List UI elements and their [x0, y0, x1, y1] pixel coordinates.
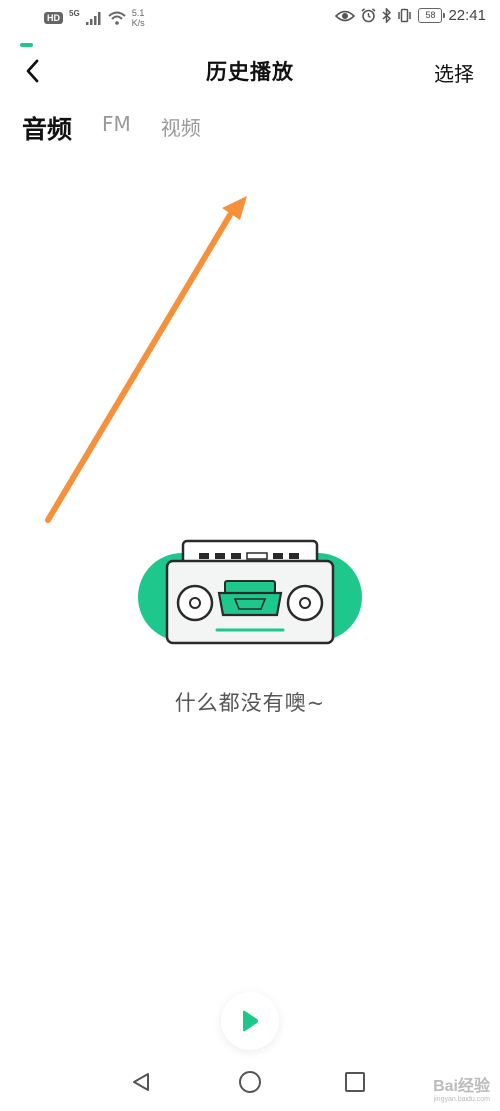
network-type: 5G [69, 8, 80, 18]
eye-icon [335, 10, 356, 21]
tab-bar: 音频 FM 视频 [22, 112, 231, 162]
empty-state-message: 什么都没有噢~ [174, 691, 326, 715]
status-bar: HD 5G 5.1 K/s 58 22:41 [0, 0, 500, 36]
active-tab-indicator [20, 43, 33, 47]
system-navigation-bar: Bai经验 jingyan.baidu.com [0, 1055, 500, 1111]
clock: 22:41 [448, 7, 486, 24]
network-speed: 5.1 K/s [132, 8, 145, 28]
select-button[interactable]: 选择 [434, 58, 474, 87]
tab-fm[interactable]: FM [102, 112, 131, 136]
watermark-brand: Bai经验 [433, 1078, 490, 1095]
system-recent-button[interactable] [344, 1071, 366, 1097]
vibrate-icon [398, 8, 412, 23]
radio-cassette-icon [138, 539, 362, 645]
top-navigation-bar: 历史播放 选择 [0, 46, 500, 96]
square-recent-icon [345, 1072, 365, 1092]
annotation-arrow [45, 196, 247, 523]
play-icon [243, 1010, 258, 1032]
watermark-url: jingyan.baidu.com [433, 1096, 490, 1103]
page-title: 历史播放 [206, 59, 294, 84]
circle-home-icon [239, 1071, 261, 1093]
tab-video[interactable]: 视频 [161, 112, 201, 141]
speed-value: 5.1 [131, 8, 145, 18]
mini-player-button[interactable] [221, 992, 279, 1050]
wifi-icon [108, 11, 126, 25]
tab-audio[interactable]: 音频 [22, 110, 72, 146]
status-left: HD 5G 5.1 K/s [44, 8, 145, 28]
hd-badge: HD [44, 12, 63, 24]
battery-icon: 58 [418, 8, 446, 23]
baidu-watermark: Bai经验 jingyan.baidu.com [433, 1072, 490, 1103]
triangle-back-icon [133, 1073, 149, 1091]
system-back-button[interactable] [130, 1071, 152, 1097]
alarm-icon [361, 8, 376, 23]
system-home-button[interactable] [238, 1071, 262, 1099]
bluetooth-icon [382, 8, 392, 23]
status-right: 58 22:41 [335, 7, 486, 24]
speed-unit: K/s [131, 18, 145, 28]
signal-icon [85, 11, 101, 25]
